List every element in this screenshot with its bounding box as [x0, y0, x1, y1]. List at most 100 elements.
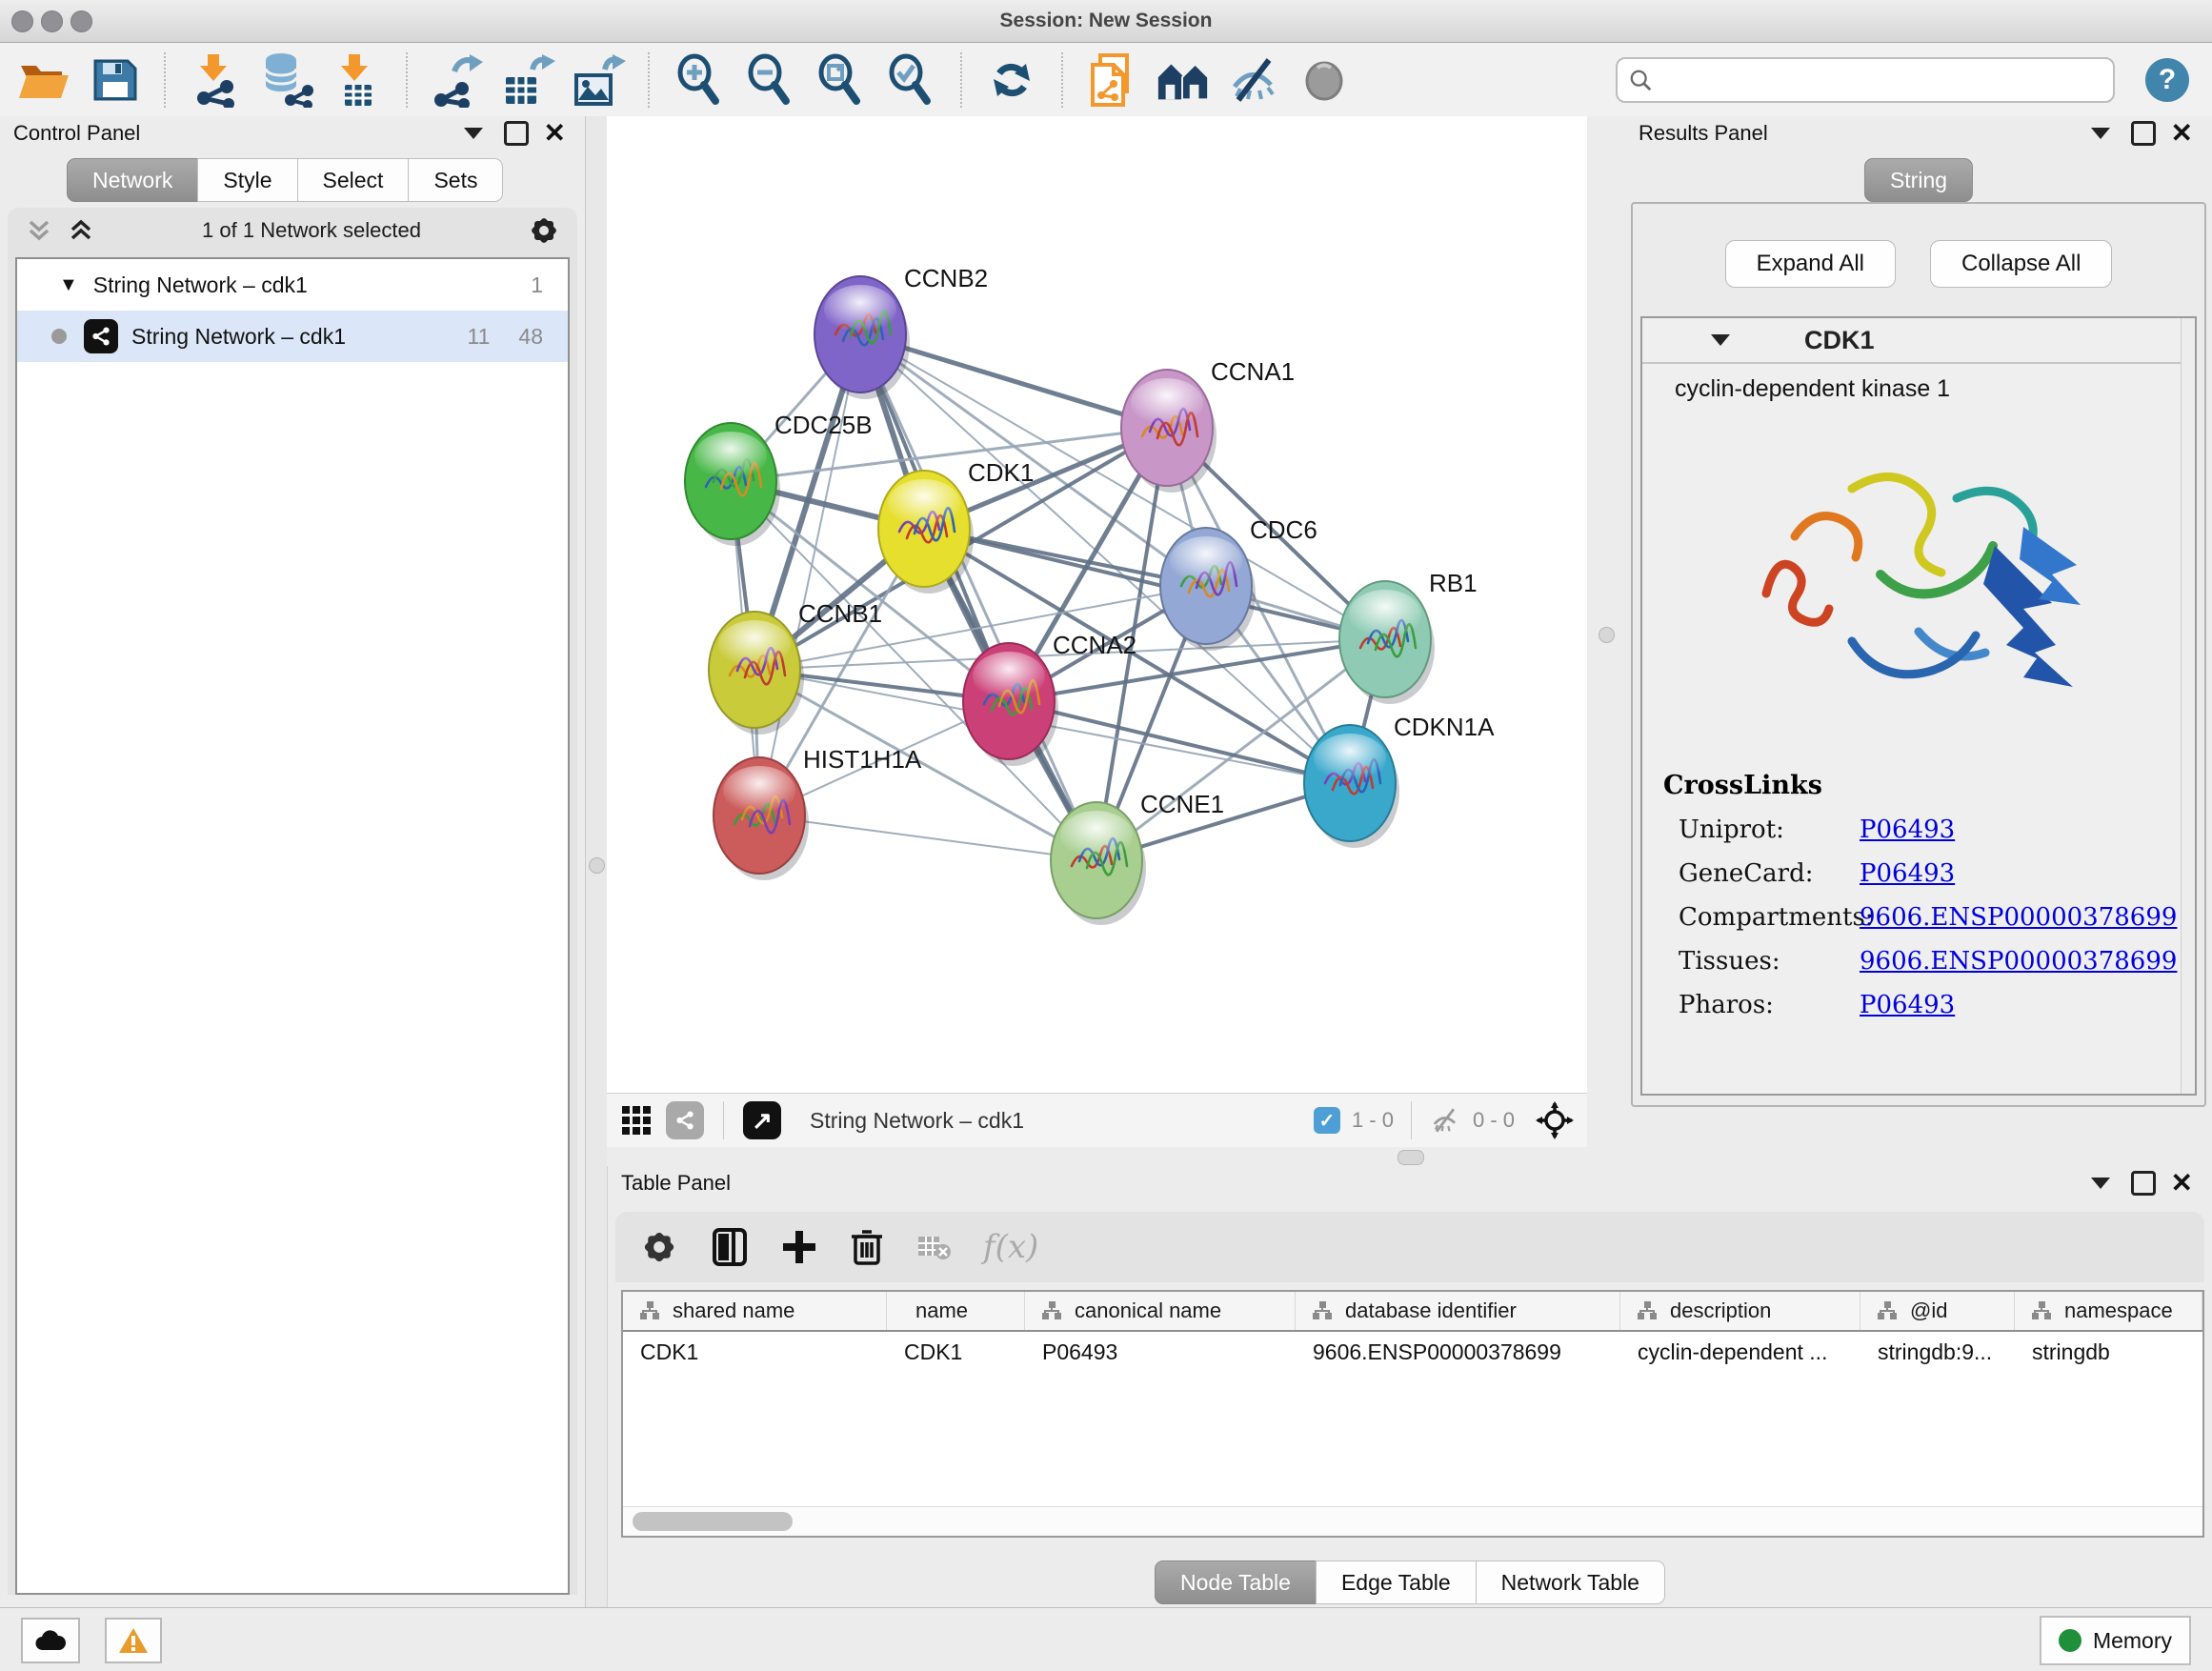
add-column-icon[interactable]	[781, 1229, 817, 1265]
gear-icon[interactable]	[528, 214, 560, 247]
graph-node-CCNA1[interactable]: CCNA1	[1121, 357, 1295, 493]
column-header-sharedname[interactable]: shared name	[623, 1292, 887, 1330]
entry-disclosure-icon[interactable]	[1711, 334, 1730, 346]
hide-selected-button[interactable]	[1225, 51, 1282, 109]
column-header-databaseidentifier[interactable]: database identifier	[1296, 1292, 1620, 1330]
float-panel-icon[interactable]	[2091, 128, 2110, 139]
graph-node-CCNE1[interactable]: CCNE1	[1051, 790, 1224, 925]
table-cell[interactable]: CDK1	[623, 1332, 887, 1372]
export-table-button[interactable]	[499, 51, 556, 109]
scrollbar-thumb[interactable]	[633, 1512, 793, 1531]
float-panel-icon[interactable]	[2091, 1178, 2110, 1189]
float-panel-icon[interactable]	[464, 128, 483, 139]
cloud-button[interactable]	[21, 1618, 80, 1663]
maximize-window-button[interactable]	[70, 10, 92, 32]
graph-node-CDC6[interactable]: CDC6	[1160, 515, 1317, 651]
graph-edge-CCNB2-HIST1H1A[interactable]	[759, 334, 860, 815]
column-header-namespace[interactable]: namespace	[2015, 1292, 2202, 1330]
tab-network-table[interactable]: Network Table	[1476, 1560, 1665, 1604]
right-splitter-handle[interactable]	[1599, 627, 1615, 643]
tab-style[interactable]: Style	[197, 158, 297, 202]
table-cell[interactable]: 9606.ENSP00000378699	[1296, 1332, 1620, 1372]
collapse-all-button[interactable]: Collapse All	[1930, 240, 2112, 288]
zoom-out-button[interactable]	[741, 51, 798, 109]
table-options-gear-icon[interactable]	[640, 1228, 678, 1266]
search-box[interactable]	[1616, 57, 2115, 103]
tab-edge-table[interactable]: Edge Table	[1316, 1560, 1477, 1604]
maximize-panel-icon[interactable]	[2131, 121, 2156, 146]
save-session-button[interactable]	[86, 51, 143, 109]
maximize-panel-icon[interactable]	[2131, 1171, 2156, 1196]
column-header-id[interactable]: @id	[1860, 1292, 2015, 1330]
table-row[interactable]: CDK1CDK1P064939606.ENSP00000378699cyclin…	[623, 1332, 2202, 1372]
network-canvas[interactable]: CCNB2CCNA1CDC25BCDK1CDC6RB1CCNB1CCNA2CDK…	[607, 116, 1587, 1093]
import-table-file-button[interactable]	[328, 51, 385, 109]
graph-edge-CCNB2-CCNE1[interactable]	[860, 334, 1096, 860]
memory-button[interactable]: Memory	[2040, 1616, 2191, 1665]
column-header-description[interactable]: description	[1620, 1292, 1860, 1330]
horizontal-splitter-handle[interactable]	[1398, 1150, 1424, 1165]
graph-node-HIST1H1A[interactable]: HIST1H1A	[714, 745, 922, 880]
maximize-panel-icon[interactable]	[504, 121, 529, 146]
clone-network-button[interactable]	[1084, 51, 1141, 109]
refresh-button[interactable]	[983, 51, 1040, 109]
search-input[interactable]	[1659, 67, 2101, 93]
graph-node-RB1[interactable]: RB1	[1339, 569, 1478, 704]
right-splitter[interactable]	[1587, 116, 1625, 1166]
tab-network[interactable]: Network	[67, 158, 198, 202]
help-button[interactable]: ?	[2145, 58, 2189, 102]
selected-checkbox-icon[interactable]: ✓	[1314, 1107, 1340, 1134]
tab-node-table[interactable]: Node Table	[1155, 1560, 1317, 1604]
close-panel-icon[interactable]: ✕	[2171, 1170, 2193, 1197]
birdseye-view-icon[interactable]: ↗	[743, 1101, 781, 1139]
close-panel-icon[interactable]: ✕	[544, 120, 566, 147]
zoom-in-button[interactable]	[671, 51, 728, 109]
tab-sets[interactable]: Sets	[408, 158, 503, 202]
tab-select[interactable]: Select	[297, 158, 410, 202]
graph-node-CCNB1[interactable]: CCNB1	[709, 599, 882, 735]
entry-header[interactable]: CDK1	[1642, 318, 2195, 364]
column-header-canonicalname[interactable]: canonical name	[1025, 1292, 1296, 1330]
graph-edge-CDK1-RB1[interactable]	[924, 529, 1385, 639]
graph-node-CDK1[interactable]: CDK1	[878, 458, 1034, 594]
crosslink-link[interactable]: P06493	[1860, 815, 1955, 844]
crosslink-link[interactable]: P06493	[1860, 991, 1955, 1019]
left-splitter-handle[interactable]	[589, 857, 605, 874]
graph-node-CDC25B[interactable]: CDC25B	[685, 411, 873, 546]
expand-all-button[interactable]: Expand All	[1725, 240, 1896, 288]
table-cell[interactable]: stringdb:9...	[1860, 1332, 2015, 1372]
zoom-fit-button[interactable]	[812, 51, 869, 109]
import-network-file-button[interactable]	[187, 51, 244, 109]
results-scrollbar[interactable]	[2181, 318, 2195, 1094]
zoom-selected-button[interactable]	[882, 51, 939, 109]
delete-column-icon[interactable]	[850, 1227, 884, 1267]
import-network-database-button[interactable]	[257, 51, 314, 109]
table-cell[interactable]: cyclin-dependent ...	[1620, 1332, 1860, 1372]
network-badge-icon[interactable]	[666, 1101, 704, 1139]
table-cell[interactable]: CDK1	[887, 1332, 1025, 1372]
minimize-window-button[interactable]	[41, 10, 63, 32]
crosslink-link[interactable]: 9606.ENSP00000378699	[1860, 903, 2177, 932]
export-image-button[interactable]	[570, 51, 627, 109]
table-cell[interactable]: P06493	[1025, 1332, 1296, 1372]
table-cell[interactable]: stringdb	[2015, 1332, 2202, 1372]
collapse-all-icon[interactable]	[25, 218, 53, 243]
table-horizontal-scrollbar[interactable]	[623, 1506, 2202, 1536]
grid-view-icon[interactable]	[620, 1104, 653, 1137]
graph-node-CCNB2[interactable]: CCNB2	[814, 264, 988, 399]
show-all-button[interactable]	[1296, 51, 1353, 109]
network-row-selected[interactable]: String Network – cdk1 11 48	[17, 311, 568, 362]
column-header-name[interactable]: name	[887, 1292, 1025, 1330]
fit-content-icon[interactable]	[1536, 1101, 1574, 1139]
first-neighbors-button[interactable]	[1155, 51, 1212, 109]
left-splitter[interactable]	[585, 116, 609, 1608]
show-columns-icon[interactable]	[711, 1226, 749, 1268]
network-collection-row[interactable]: ▼ String Network – cdk1 1	[17, 259, 568, 311]
expand-all-icon[interactable]	[67, 218, 95, 243]
warnings-button[interactable]	[105, 1618, 162, 1663]
crosslink-link[interactable]: 9606.ENSP00000378699	[1860, 947, 2177, 976]
graph-node-CDKN1A[interactable]: CDKN1A	[1304, 713, 1495, 848]
horizontal-splitter[interactable]	[607, 1147, 1587, 1166]
close-window-button[interactable]	[11, 10, 33, 32]
crosslink-link[interactable]: P06493	[1860, 859, 1955, 888]
